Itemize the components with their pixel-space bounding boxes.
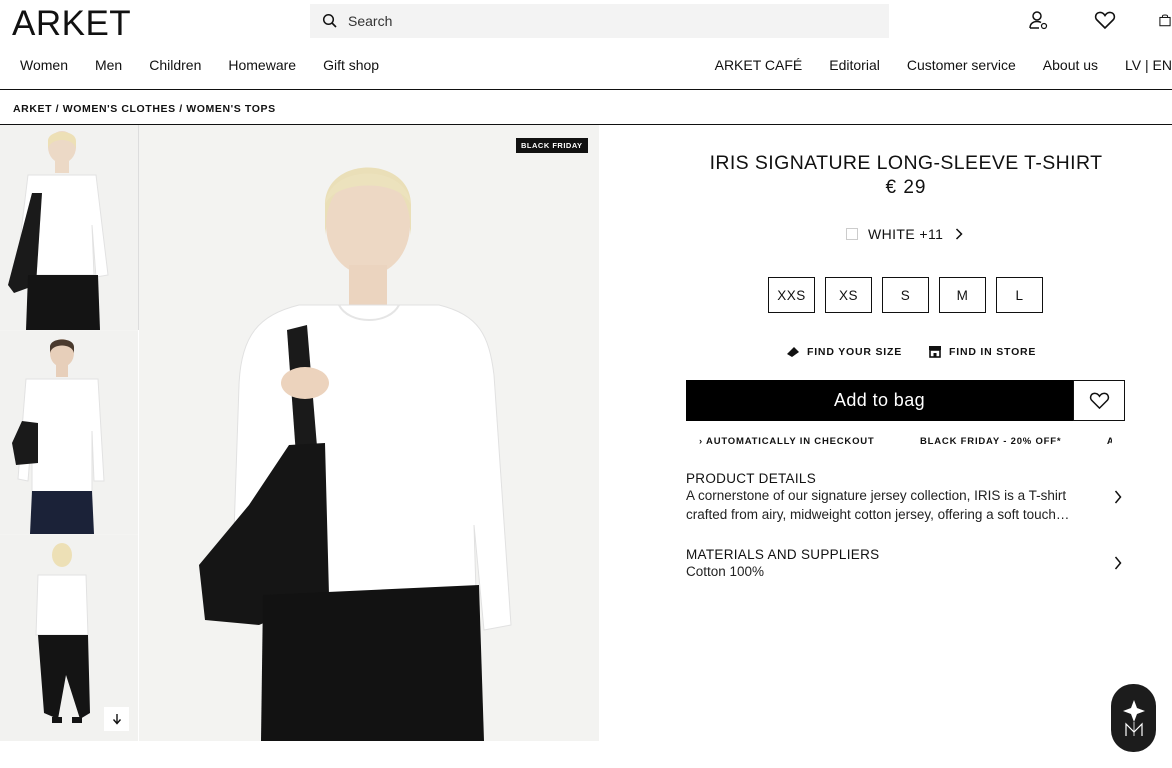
chevron-right-icon — [1114, 556, 1122, 570]
find-your-size-label: FIND YOUR SIZE — [807, 345, 903, 358]
add-to-wishlist-button[interactable] — [1073, 380, 1125, 421]
account-icon[interactable] — [1026, 8, 1050, 32]
wishlist-icon[interactable] — [1093, 8, 1117, 32]
store-icon — [929, 346, 942, 358]
size-option-xxs[interactable]: XXS — [768, 277, 815, 313]
search-icon — [322, 13, 337, 28]
search-input[interactable]: Search — [348, 13, 392, 29]
nav-men[interactable]: Men — [95, 57, 122, 73]
color-selector[interactable]: WHITE +11 — [846, 226, 963, 242]
chevron-right-icon — [1114, 490, 1122, 504]
bag-icon[interactable] — [1158, 8, 1172, 32]
thumbnail-1[interactable] — [0, 125, 138, 330]
materials-text: Cotton 100% — [686, 564, 765, 579]
thumbnail-scroll-down-button[interactable] — [104, 707, 129, 731]
breadcrumb[interactable]: ARKET / WOMEN'S CLOTHES / WOMEN'S TOPS — [13, 103, 276, 115]
color-swatch — [846, 228, 858, 240]
chat-assistant-button[interactable] — [1111, 684, 1156, 752]
size-selector: XXS XS S M L — [768, 277, 1043, 313]
add-to-bag-button[interactable]: Add to bag — [686, 380, 1073, 421]
size-option-l[interactable]: L — [996, 277, 1043, 313]
header-divider — [0, 89, 1172, 90]
product-main-image[interactable] — [139, 125, 599, 741]
materials-title: MATERIALS AND SUPPLIERS — [686, 547, 880, 562]
nav-gift-shop[interactable]: Gift shop — [323, 57, 379, 73]
nav-arket-cafe[interactable]: ARKET CAFÉ — [715, 57, 803, 73]
arket-logo[interactable]: ARKET — [12, 4, 131, 44]
main-nav-left: Women Men Children Homeware Gift shop — [20, 57, 379, 73]
nav-customer-service[interactable]: Customer service — [907, 57, 1016, 73]
find-in-store-label: FIND IN STORE — [949, 345, 1037, 358]
chevron-right-icon — [956, 228, 963, 240]
ticker-item: A — [1106, 436, 1112, 447]
search-bar[interactable]: Search — [310, 4, 889, 38]
product-title: IRIS SIGNATURE LONG-SLEEVE T-SHIRT — [709, 152, 1103, 174]
assistant-logo-icon — [1122, 700, 1145, 736]
product-price: € 29 — [885, 177, 927, 198]
size-option-xs[interactable]: XS — [825, 277, 872, 313]
thumbnail-2[interactable] — [0, 331, 138, 534]
promo-ticker: › AUTOMATICALLY IN CHECKOUT BLACK FRIDAY… — [699, 436, 1112, 450]
ticker-item: › AUTOMATICALLY IN CHECKOUT — [699, 436, 875, 447]
product-details-title: PRODUCT DETAILS — [686, 471, 817, 486]
nav-editorial[interactable]: Editorial — [829, 57, 880, 73]
heart-icon — [1089, 392, 1109, 410]
ruler-icon — [787, 346, 799, 357]
size-tools: FIND YOUR SIZE FIND IN STORE — [786, 345, 1036, 358]
main-nav-right: ARKET CAFÉ Editorial Customer service Ab… — [715, 57, 1172, 73]
find-your-size-link[interactable]: FIND YOUR SIZE — [786, 345, 902, 358]
product-details-text: A cornerstone of our signature jersey co… — [686, 488, 1070, 522]
nav-women[interactable]: Women — [20, 57, 68, 73]
materials-accordion[interactable]: MATERIALS AND SUPPLIERS Cotton 100% — [686, 547, 1126, 581]
nav-children[interactable]: Children — [149, 57, 201, 73]
arrow-down-icon — [112, 714, 121, 725]
black-friday-badge: BLACK FRIDAY — [516, 138, 588, 153]
ticker-item: BLACK FRIDAY - 20% OFF* — [920, 436, 1062, 447]
product-details-accordion[interactable]: PRODUCT DETAILS A cornerstone of our sig… — [686, 471, 1126, 524]
nav-about-us[interactable]: About us — [1043, 57, 1098, 73]
find-in-store-link[interactable]: FIND IN STORE — [928, 345, 1036, 358]
size-option-s[interactable]: S — [882, 277, 929, 313]
locale-selector[interactable]: LV | EN — [1125, 57, 1172, 73]
nav-homeware[interactable]: Homeware — [228, 57, 296, 73]
size-option-m[interactable]: M — [939, 277, 986, 313]
color-label: WHITE +11 — [868, 226, 944, 242]
